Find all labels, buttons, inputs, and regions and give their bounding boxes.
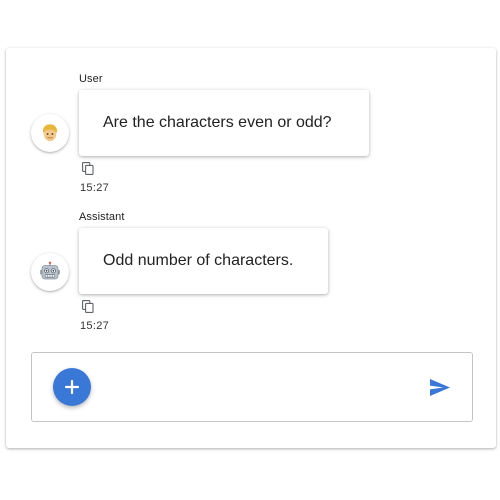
avatar [31, 114, 69, 152]
message-composer [31, 352, 473, 422]
message-bubble: Odd number of characters. [79, 228, 328, 294]
robot-emoji-icon [40, 261, 60, 280]
chat-message-user: User Are the characters even or odd? 15:… [6, 71, 496, 216]
sender-name: Assistant [79, 211, 125, 223]
message-timestamp: 15:27 [80, 320, 110, 332]
add-attachment-button[interactable] [53, 368, 91, 406]
message-text: Are the characters even or odd? [103, 114, 332, 131]
copy-icon [82, 162, 94, 175]
message-timestamp: 15:27 [80, 182, 110, 194]
copy-icon [82, 300, 94, 313]
sender-name: User [79, 73, 103, 85]
plus-icon [64, 379, 80, 395]
avatar [31, 253, 69, 291]
person-emoji-icon [42, 124, 58, 142]
chat-panel: User Are the characters even or odd? 15:… [6, 48, 496, 448]
message-bubble: Are the characters even or odd? [79, 90, 369, 156]
message-text: Odd number of characters. [103, 252, 294, 269]
send-button[interactable] [427, 375, 453, 399]
chat-message-assistant: Assistant Odd number of characters. 15:2… [6, 209, 496, 339]
copy-button[interactable] [82, 300, 94, 313]
message-input[interactable] [104, 373, 414, 401]
copy-button[interactable] [82, 162, 94, 175]
send-icon [430, 378, 450, 396]
